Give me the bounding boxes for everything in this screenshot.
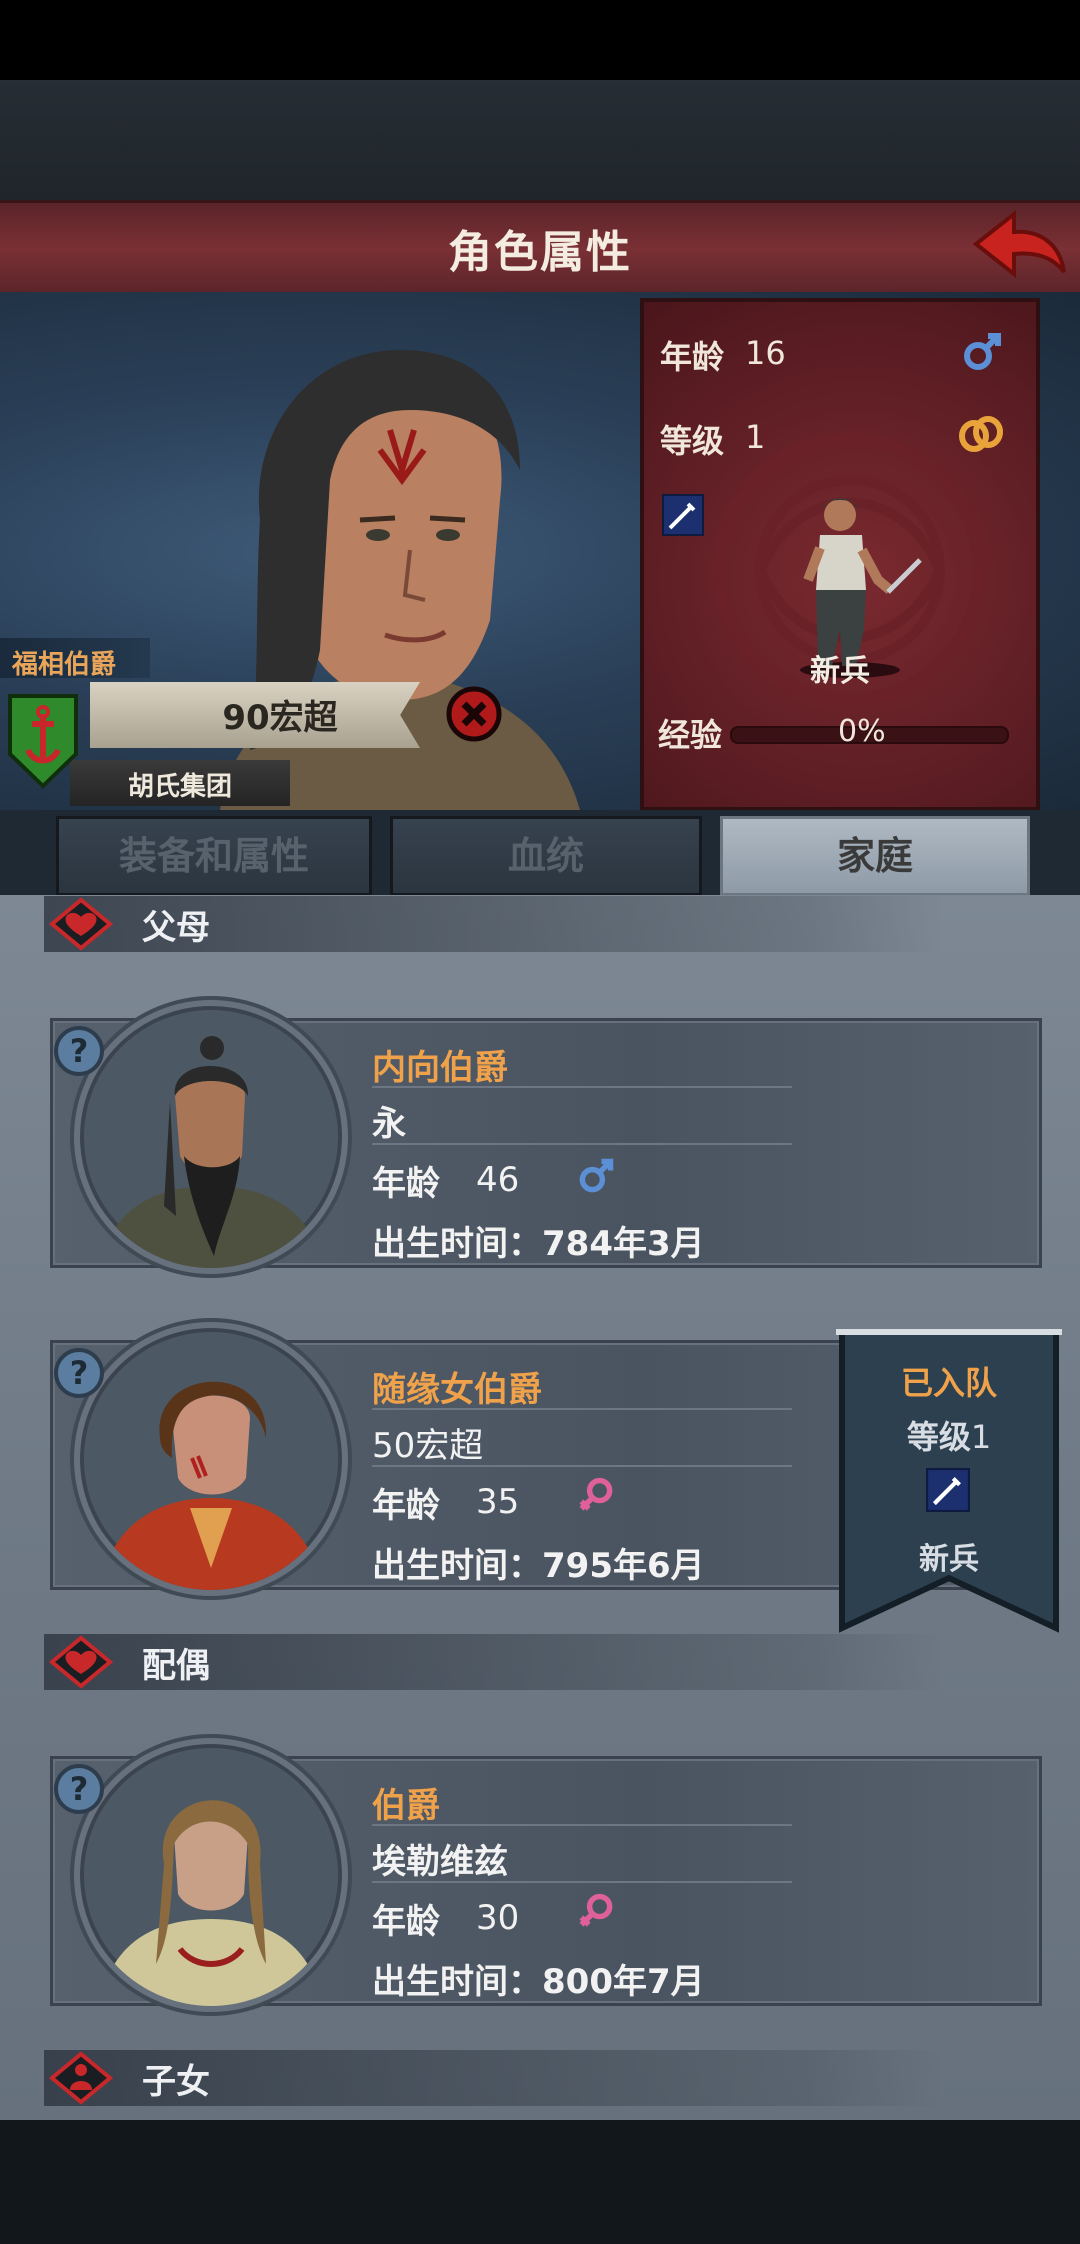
father-portrait (74, 1000, 348, 1274)
mother-portrait (74, 1322, 348, 1596)
spouse-age: 30 (476, 1898, 520, 1938)
page-title: 角色属性 (448, 227, 632, 278)
section-parents-label: 父母 (142, 908, 210, 948)
party-level: 等级1 (836, 1412, 1062, 1458)
svg-text:?: ? (70, 1032, 89, 1070)
svg-text:?: ? (70, 1354, 89, 1392)
spouse-name: 埃勒维兹 (372, 1842, 508, 1882)
age-value: 16 (745, 334, 786, 372)
bottom-bar (0, 2120, 1080, 2244)
female-icon (579, 1477, 613, 1511)
party-status: 已入队 (900, 1364, 997, 1402)
clan-shield-icon (8, 694, 78, 789)
tab-lineage[interactable]: 血统 (390, 816, 702, 896)
back-arrow-icon[interactable] (968, 206, 1068, 286)
svg-text:?: ? (70, 1770, 89, 1808)
noble-title: 福相伯爵 (12, 650, 117, 680)
father-birth: 出生时间：784年3月 (372, 1224, 705, 1264)
level-value: 1 (745, 418, 766, 456)
mother-title: 随缘女伯爵 (372, 1370, 542, 1410)
rings-icon (959, 416, 1003, 452)
status-bar (0, 0, 1080, 80)
sword-class-icon (926, 1468, 970, 1512)
card-divider (372, 1824, 792, 1826)
party-level-label: 等级 (906, 1418, 971, 1456)
question-icon[interactable]: ? (52, 1024, 106, 1078)
father-title: 内向伯爵 (372, 1048, 508, 1088)
spouse-age-label: 年龄 (372, 1902, 440, 1942)
spouse-portrait (74, 1738, 348, 2012)
spouse-title: 伯爵 (372, 1786, 440, 1826)
male-icon (579, 1158, 614, 1193)
section-spouse-label: 配偶 (142, 1646, 210, 1686)
unit-type-label: 新兵 (810, 654, 870, 689)
section-children-label: 子女 (142, 2062, 210, 2102)
male-icon (964, 333, 1001, 370)
spouse-birth: 出生时间：800年7月 (372, 1962, 705, 2002)
father-age-label: 年龄 (372, 1164, 440, 1204)
card-divider (372, 1086, 792, 1088)
father-name: 永 (372, 1104, 406, 1144)
tab-family[interactable]: 家庭 (720, 816, 1030, 896)
card-divider (372, 1143, 792, 1145)
heart-icon (48, 897, 114, 951)
child-icon (48, 2051, 114, 2105)
mother-birth: 出生时间：795年6月 (372, 1546, 705, 1586)
heart-icon (48, 1635, 114, 1689)
card-divider (372, 1881, 792, 1883)
mother-name: 50宏超 (372, 1426, 484, 1466)
party-level-value: 1 (970, 1418, 992, 1456)
card-divider (372, 1465, 792, 1467)
character-name: 90宏超 (222, 698, 338, 738)
question-icon[interactable]: ? (52, 1762, 106, 1816)
top-band (0, 80, 1080, 200)
mother-age-label: 年龄 (372, 1486, 440, 1526)
card-divider (372, 1408, 792, 1410)
xp-value: 0% (838, 714, 886, 749)
xp-label: 经验 (658, 716, 723, 754)
party-unit-type: 新兵 (919, 1542, 979, 1577)
mother-age: 35 (476, 1482, 520, 1522)
clan-name: 胡氏集团 (127, 772, 232, 802)
dismiss-button[interactable] (446, 686, 502, 742)
father-age: 46 (476, 1160, 520, 1200)
female-icon (579, 1893, 613, 1927)
sword-class-icon (662, 494, 704, 536)
question-icon[interactable]: ? (52, 1346, 106, 1400)
level-label: 等级 (660, 422, 725, 460)
tab-equipment[interactable]: 装备和属性 (56, 816, 372, 896)
age-label: 年龄 (660, 338, 725, 376)
